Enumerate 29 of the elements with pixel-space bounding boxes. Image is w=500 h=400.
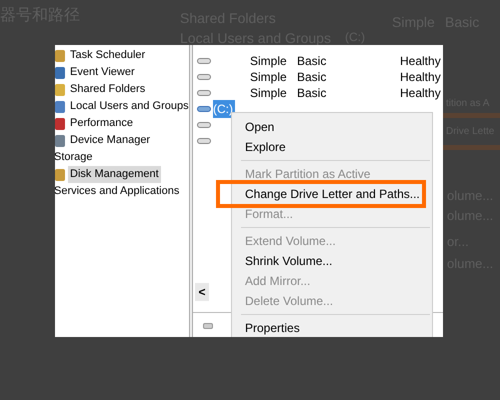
menu-item[interactable]: Open — [232, 117, 432, 137]
tree-item[interactable]: Device Manager — [68, 132, 152, 149]
tree-item[interactable]: Local Users and Groups — [68, 98, 189, 115]
table-cell-text: Simple — [250, 85, 288, 102]
table-cell-text: Basic — [297, 85, 328, 102]
tool-icon — [55, 50, 65, 62]
tool-icon — [55, 66, 65, 78]
volume-name: (C:) — [213, 100, 235, 118]
tree-item[interactable]: Performance — [68, 115, 135, 132]
tool-icon — [55, 100, 65, 112]
table-cell-text: Simple — [250, 69, 288, 86]
tool-icon — [55, 168, 65, 180]
table-cell-text: Basic — [297, 69, 328, 86]
table-cell-text: Simple — [250, 53, 288, 70]
tool-icon — [55, 118, 65, 130]
tree-item[interactable]: Event Viewer — [68, 64, 137, 81]
table-cell-text: Healthy — [400, 69, 441, 86]
tree-item[interactable]: Disk Management — [68, 166, 161, 183]
tree-item[interactable]: Shared Folders — [68, 81, 148, 98]
tree-item[interactable]: Task Scheduler — [68, 47, 148, 64]
menu-item[interactable]: Shrink Volume... — [232, 251, 432, 271]
tool-icon — [55, 84, 65, 96]
scroll-left-button[interactable]: < — [195, 283, 209, 301]
menu-item[interactable]: Properties — [232, 318, 432, 337]
table-cell-text: Healthy — [400, 53, 441, 70]
menu-item[interactable]: Explore — [232, 137, 432, 157]
table-cell-text: Healthy — [400, 85, 441, 102]
table-cell-text: Basic — [297, 53, 328, 70]
tool-icon — [55, 134, 65, 146]
